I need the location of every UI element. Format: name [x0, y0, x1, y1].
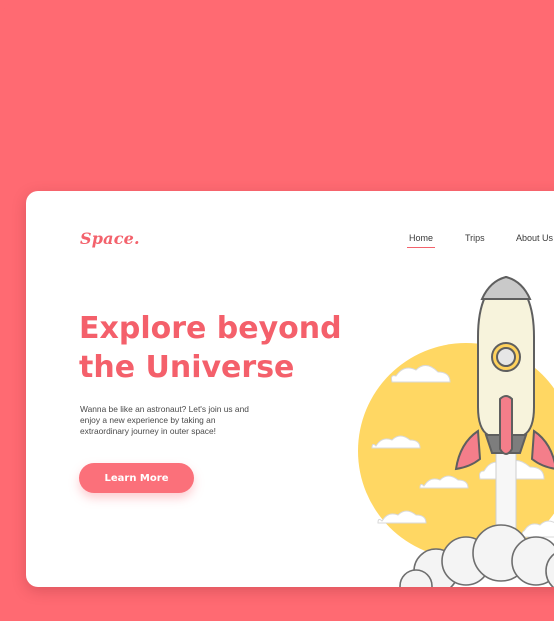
learn-more-button[interactable]: Learn More — [79, 463, 194, 493]
nav-item-home[interactable]: Home — [406, 233, 436, 248]
nav-item-trips[interactable]: Trips — [465, 233, 485, 243]
main-nav: Home Trips About Us — [26, 233, 554, 253]
hero-title: Explore beyond the Universe — [79, 311, 342, 385]
rocket-illustration — [358, 275, 554, 587]
hero-description: Wanna be like an astronaut? Let's join u… — [80, 404, 249, 436]
background-card — [0, 0, 554, 180]
landing-page-card: Space. Home Trips About Us Explore beyon… — [26, 191, 554, 587]
nav-item-about-us[interactable]: About Us — [516, 233, 553, 243]
